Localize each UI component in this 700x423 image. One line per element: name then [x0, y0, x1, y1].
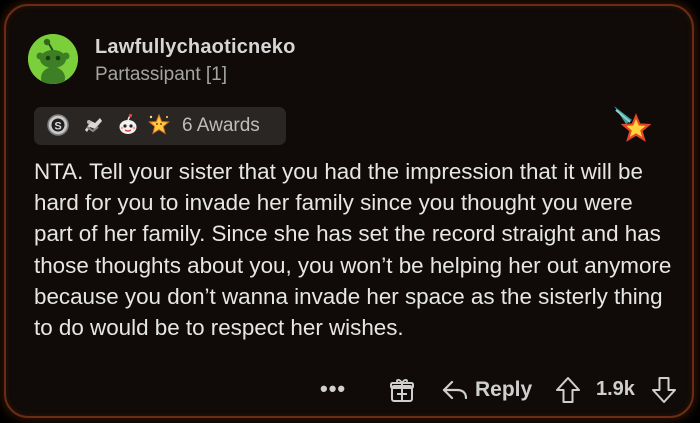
svg-text:S: S — [54, 121, 61, 133]
wholesome-award-icon — [119, 113, 137, 134]
silver-award-icon: S — [47, 114, 69, 136]
awards-bar[interactable]: S 6 Awards — [34, 107, 286, 145]
comment-card: Lawfullychaoticneko Partassipant [1] S 6… — [4, 4, 694, 418]
reply-label: Reply — [475, 378, 533, 401]
reply-arrow-icon — [442, 380, 468, 400]
snoo-avatar-icon — [28, 34, 78, 84]
upvote-arrow-icon[interactable] — [555, 376, 581, 404]
author-flair: Partassipant [1] — [95, 64, 228, 85]
hugz-award-icon — [85, 118, 102, 133]
more-options-button[interactable]: ••• — [320, 376, 346, 402]
starstruck-award-icon — [148, 113, 170, 135]
user-avatar[interactable] — [28, 34, 78, 84]
vote-score: 1.9k — [596, 378, 635, 400]
downvote-arrow-icon[interactable] — [651, 376, 677, 404]
give-award-icon[interactable] — [389, 377, 415, 403]
comment-body: NTA. Tell your sister that you had the i… — [34, 159, 672, 341]
reply-button[interactable]: Reply — [441, 376, 532, 404]
author-username[interactable]: Lawfullychaoticneko — [95, 36, 296, 59]
comet-star-award-icon — [614, 106, 652, 142]
awards-count: 6 Awards — [182, 115, 260, 136]
